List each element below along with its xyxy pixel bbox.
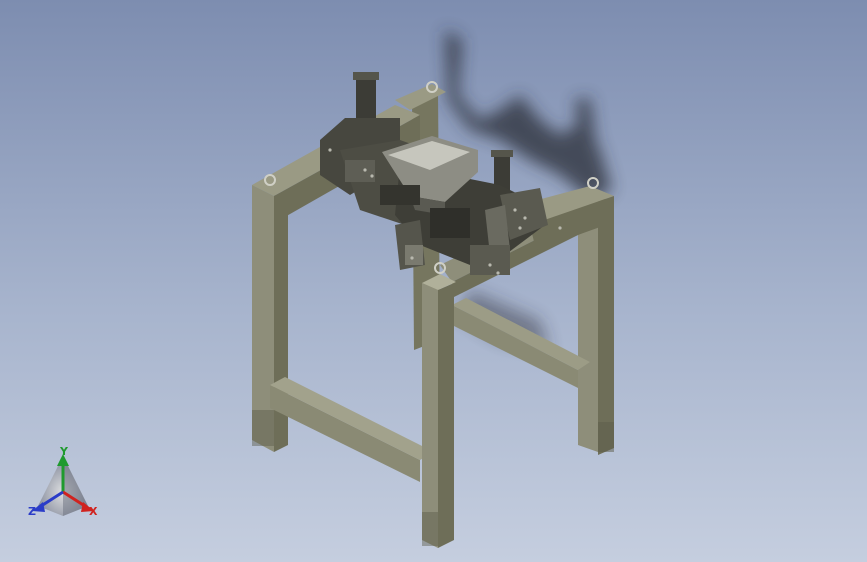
view-triad: Y X Z <box>22 445 106 524</box>
y-axis-label: Y <box>60 445 68 458</box>
machine-frame-assembly-icon[interactable] <box>0 0 867 562</box>
graphics-viewport[interactable]: Y X Z <box>0 0 867 562</box>
x-axis-label: X <box>89 505 98 518</box>
z-axis-label: Z <box>28 505 36 518</box>
